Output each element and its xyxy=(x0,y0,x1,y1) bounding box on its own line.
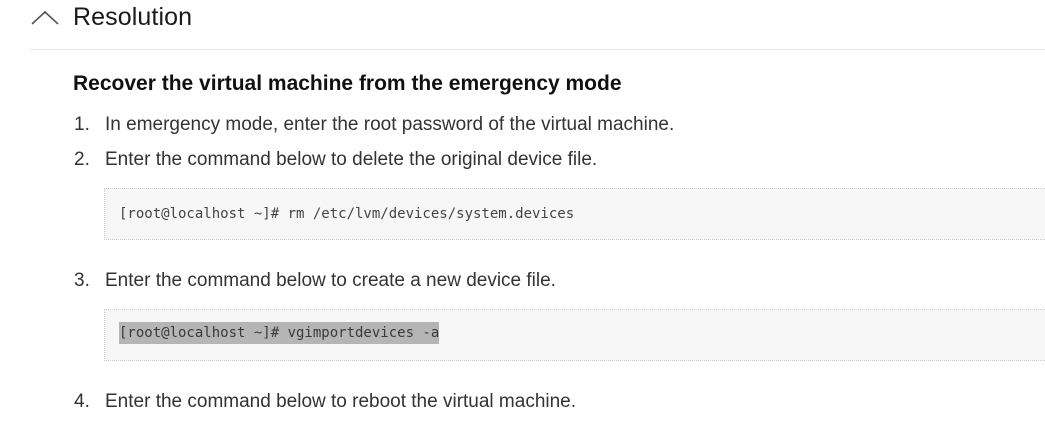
step-text: Enter the command below to reboot the vi… xyxy=(105,391,577,412)
step-item: 2. Enter the command below to delete the … xyxy=(74,149,597,171)
chevron-up-icon[interactable] xyxy=(30,9,60,25)
step-item: 4. Enter the command below to reboot the … xyxy=(74,391,576,413)
step-number: 1. xyxy=(74,114,90,135)
code-block: [root@localhost ~]# vgimportdevices -a xyxy=(104,309,1045,361)
procedure-heading: Recover the virtual machine from the eme… xyxy=(73,72,622,95)
resolution-section-header[interactable]: Resolution xyxy=(30,0,1045,50)
page: Resolution Recover the virtual machine f… xyxy=(0,0,1045,426)
step-text: In emergency mode, enter the root passwo… xyxy=(105,114,675,135)
code-line[interactable]: [root@localhost ~]# rm /etc/lvm/devices/… xyxy=(119,206,574,222)
step-number: 4. xyxy=(74,391,90,412)
step-item: 1. In emergency mode, enter the root pass… xyxy=(74,114,674,136)
code-block: [root@localhost ~]# rm /etc/lvm/devices/… xyxy=(104,188,1045,240)
step-text: Enter the command below to delete the or… xyxy=(105,149,598,170)
step-item: 3. Enter the command below to create a ne… xyxy=(74,270,556,292)
step-number: 2. xyxy=(74,149,90,170)
step-text: Enter the command below to create a new … xyxy=(105,270,556,291)
step-number: 3. xyxy=(74,270,90,291)
code-line-selected[interactable]: [root@localhost ~]# vgimportdevices -a xyxy=(119,322,440,344)
section-title: Resolution xyxy=(73,3,193,31)
